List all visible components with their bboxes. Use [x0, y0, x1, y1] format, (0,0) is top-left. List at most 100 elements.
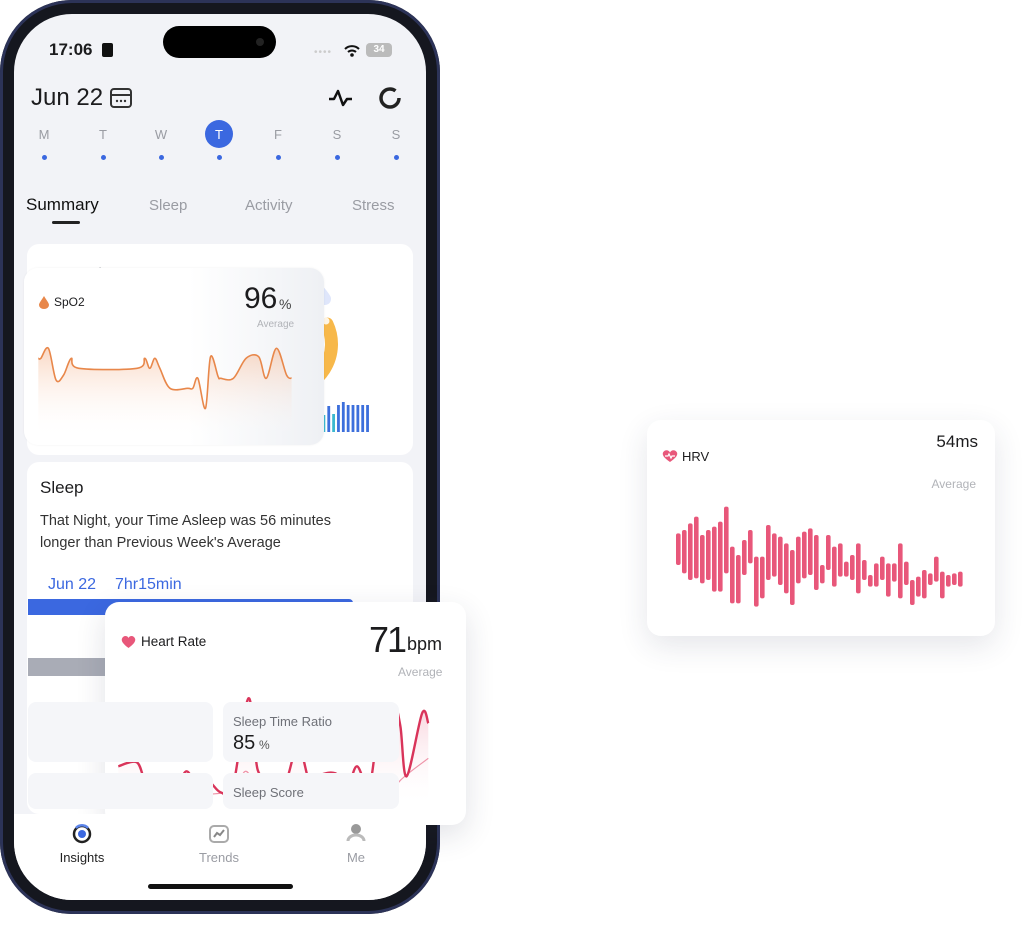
sleep-card-text: That Night, your Time Asleep was 56 minu… — [40, 513, 331, 551]
hrv-bar — [790, 550, 795, 605]
hrv-bar — [676, 533, 681, 565]
hrv-bar — [868, 575, 873, 587]
stress-bar — [346, 405, 350, 432]
spo2-chart — [37, 346, 293, 438]
hrv-bar — [694, 516, 699, 579]
day-data-dot — [101, 155, 106, 160]
nav-trends[interactable]: Trends — [179, 820, 259, 870]
tile-unit: % — [259, 738, 270, 752]
hrv-bar — [778, 536, 783, 585]
day-data-dot — [159, 155, 164, 160]
day-3[interactable]: T — [204, 120, 234, 160]
bottom-nav: Insights Trends Me — [14, 814, 426, 900]
stress-bar — [327, 406, 331, 432]
pulse-icon[interactable] — [328, 88, 354, 108]
tab-stress[interactable]: Stress — [352, 197, 395, 214]
tile-value: 85 — [233, 732, 256, 754]
calendar-icon[interactable] — [109, 86, 133, 110]
hrv-bar — [910, 580, 915, 605]
day-label: F — [274, 127, 282, 142]
day-data-dot — [42, 155, 47, 160]
day-label: T — [215, 127, 223, 142]
hrv-bar — [880, 556, 885, 580]
status-time: 17:06 — [49, 40, 93, 59]
hrv-bar — [958, 571, 963, 587]
hrv-bar — [862, 560, 867, 580]
hrv-bar — [820, 565, 825, 584]
hrv-bar — [814, 535, 819, 590]
hrv-bar — [940, 571, 945, 599]
signal-icon: •••• — [314, 47, 333, 58]
sync-icon[interactable] — [378, 86, 402, 110]
sleep-time-ratio-tile[interactable]: Sleep Time Ratio 85 % — [223, 702, 399, 762]
hrv-bar — [892, 563, 897, 582]
hrv-bar — [784, 543, 789, 594]
stress-bar — [351, 405, 355, 432]
hrv-bar — [724, 506, 729, 574]
hrv-bar — [700, 535, 705, 584]
insights-icon — [72, 824, 92, 844]
day-label: W — [154, 127, 168, 142]
person-icon — [346, 824, 366, 842]
hrv-bar — [748, 530, 753, 564]
hrv-bar — [796, 536, 801, 584]
hrv-bar — [838, 543, 843, 577]
tile-label: Sleep Time Ratio — [233, 714, 332, 729]
day-data-dot — [276, 155, 281, 160]
hrv-bar — [934, 556, 939, 582]
date-title[interactable]: Jun 22 — [31, 84, 103, 112]
id-card-icon — [102, 43, 113, 57]
spo2-area — [38, 347, 292, 438]
hrv-bar — [742, 540, 747, 575]
nav-me[interactable]: Me — [316, 820, 396, 870]
hrv-bar — [772, 533, 777, 577]
stress-bar — [337, 405, 340, 432]
day-data-dot — [394, 155, 399, 160]
spo2-card[interactable]: SpO2 96 % Average — [24, 268, 324, 445]
dynamic-island — [163, 26, 276, 58]
hrv-bar — [928, 573, 933, 585]
hrv-bar — [808, 528, 813, 575]
tab-sleep[interactable]: Sleep — [149, 197, 187, 214]
day-6[interactable]: S — [381, 120, 411, 160]
hrv-bar — [952, 573, 957, 585]
hrv-bar — [850, 555, 855, 580]
sleep-score-tile[interactable]: Sleep Score — [223, 773, 399, 809]
hrv-bar — [682, 530, 687, 574]
tab-activity[interactable]: Activity — [245, 197, 293, 214]
day-1[interactable]: T — [88, 120, 118, 160]
day-label: S — [391, 127, 401, 142]
hrv-bar — [760, 556, 765, 599]
nav-label: Me — [346, 850, 366, 865]
day-2[interactable]: W — [146, 120, 176, 160]
tab-underline — [52, 221, 80, 224]
day-4[interactable]: F — [263, 120, 293, 160]
hrv-card[interactable]: HRV 54ms Average — [647, 420, 995, 636]
day-0[interactable]: M — [29, 120, 59, 160]
hrv-bar — [946, 575, 951, 587]
sleep-current-date: Jun 22 — [48, 576, 97, 593]
day-data-dot — [217, 155, 222, 160]
hrv-bar — [766, 525, 771, 580]
nav-label: Trends — [199, 850, 239, 865]
day-data-dot — [335, 155, 340, 160]
stress-bar — [361, 405, 365, 432]
hrv-bar — [802, 531, 807, 579]
hrv-bar — [916, 576, 921, 597]
sleep-card-title: Sleep — [40, 478, 84, 497]
day-label: T — [99, 127, 107, 142]
tab-summary[interactable]: Summary — [26, 195, 99, 215]
hrv-bar — [730, 546, 735, 604]
hrv-bar — [706, 530, 711, 580]
hrv-bar — [712, 526, 717, 592]
trends-icon — [209, 825, 229, 843]
home-indicator[interactable] — [148, 884, 293, 889]
hrv-bar — [844, 561, 849, 577]
nav-label: Insights — [59, 850, 105, 865]
stress-bar — [332, 414, 335, 432]
sleep-current-duration: 7hr15min — [115, 576, 182, 593]
day-5[interactable]: S — [322, 120, 352, 160]
nav-insights[interactable]: Insights — [42, 820, 122, 870]
hrv-bar — [754, 556, 759, 607]
stress-bar — [356, 405, 360, 432]
